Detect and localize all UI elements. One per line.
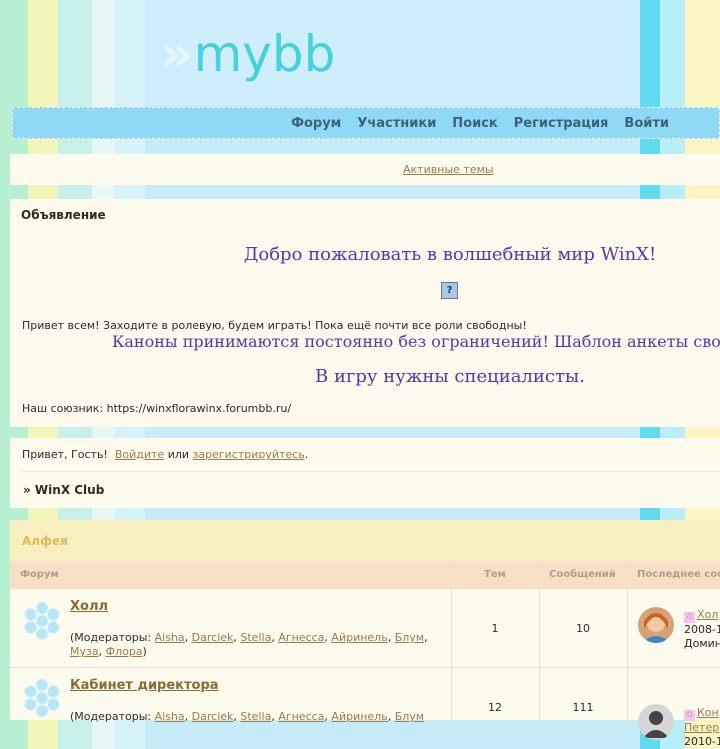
welcome-text: Добро пожаловать в волшебный мир WinX!: [243, 244, 657, 265]
nav-login[interactable]: Войти: [616, 116, 677, 131]
last-post-date: 2010-1: [684, 735, 720, 748]
specialists-text: В игру нужны специалисты.: [315, 366, 585, 387]
moderator-link[interactable]: Блум: [395, 710, 424, 723]
moderator-link[interactable]: Aisha: [155, 710, 185, 723]
logo-chevron-icon: »: [160, 24, 193, 84]
main-nav: Форум Участники Поиск Регистрация Войти: [12, 107, 720, 139]
moderator-link[interactable]: Флора: [106, 645, 143, 658]
moderator-link[interactable]: Муза: [70, 645, 99, 658]
snowflake-icon: [24, 678, 60, 718]
forum-moderators: (Модераторы: Aisha, Darciek, Stella, Агн…: [70, 710, 425, 723]
broken-image-icon: ?: [441, 282, 458, 299]
topics-count: 1: [491, 622, 499, 635]
forum-name-hall[interactable]: Холл: [70, 599, 108, 614]
snowflake-icon: [24, 601, 60, 641]
moderator-link[interactable]: Darciek: [192, 631, 234, 644]
nav-register[interactable]: Регистрация: [506, 116, 617, 131]
forum-moderators: (Модераторы: Aisha, Darciek, Stella, Агн…: [70, 631, 428, 658]
announcement-title: Объявление: [21, 208, 106, 222]
category-header: Алфея: [10, 520, 720, 561]
forum-row: Холл (Модераторы: Aisha, Darciek, Stella…: [10, 589, 720, 667]
column-headers: Форум Тем Сообщений Последнее соо: [10, 561, 720, 589]
moderator-link[interactable]: Айринель: [331, 710, 387, 723]
breadcrumb[interactable]: » WinX Club: [23, 483, 104, 497]
active-topics-bar: Активные темы: [10, 154, 720, 185]
active-topics-link[interactable]: Активные темы: [403, 163, 494, 176]
default-avatar-icon[interactable]: [638, 704, 674, 740]
ally-text: Наш союзник: https://winxflorawinx.forum…: [22, 402, 292, 415]
divider: [20, 471, 720, 472]
category-title[interactable]: Алфея: [22, 534, 68, 548]
col-forum: Форум: [20, 569, 59, 580]
moderator-link[interactable]: Darciek: [192, 710, 234, 723]
moderator-link[interactable]: Агнесса: [278, 710, 324, 723]
logo-text: mybb: [193, 25, 336, 83]
last-post-info: ✩ Хол 2008-1 Домин: [684, 608, 720, 651]
guest-panel: Привет, Гость! Войдите или зарегистрируй…: [10, 438, 720, 508]
moderator-link[interactable]: Айринель: [331, 631, 387, 644]
col-last-post: Последнее соо: [637, 569, 720, 580]
nav-forum[interactable]: Форум: [283, 116, 349, 131]
last-post-author: Домин: [684, 637, 720, 650]
posts-count: 111: [572, 701, 594, 714]
or-text: или: [167, 448, 190, 461]
guest-greeting: Привет, Гость!: [22, 448, 108, 461]
last-post-date: 2008-1: [684, 623, 720, 636]
moderator-link[interactable]: Агнесса: [278, 631, 324, 644]
last-post-link[interactable]: Кон: [697, 706, 719, 719]
col-topics: Тем: [484, 569, 506, 580]
last-post-link[interactable]: Хол: [697, 608, 718, 621]
announcement-text: Привет всем! Заходите в ролевую, будем и…: [22, 319, 527, 332]
nav-members[interactable]: Участники: [349, 116, 444, 131]
moderator-link[interactable]: Aisha: [155, 631, 185, 644]
site-logo[interactable]: » mybb: [160, 26, 335, 82]
last-post-info: ✩ Кон Петер 2010-1: [684, 706, 720, 749]
nav-search[interactable]: Поиск: [444, 116, 505, 131]
avatar[interactable]: [638, 607, 674, 643]
category-alfea: Алфея Форум Тем Сообщений Последнее соо …: [10, 520, 720, 748]
forum-name-director-office[interactable]: Кабинет директора: [70, 678, 219, 693]
star-icon: ✩: [684, 612, 695, 623]
moderator-link[interactable]: Stella: [240, 631, 271, 644]
guest-greeting-line: Привет, Гость! Войдите или зарегистрируй…: [22, 448, 308, 461]
login-link[interactable]: Войдите: [115, 448, 164, 461]
register-link[interactable]: зарегистрируйтесь: [193, 448, 305, 461]
posts-count: 10: [576, 622, 590, 635]
period-text: .: [304, 448, 309, 461]
star-icon: ✩: [684, 710, 695, 721]
moderator-link[interactable]: Stella: [240, 710, 271, 723]
canons-text: Каноны принимаются постоянно без огранич…: [112, 332, 720, 351]
col-posts: Сообщений: [549, 569, 616, 580]
announcement-panel: Объявление Добро пожаловать в волшебный …: [10, 199, 720, 427]
moderator-link[interactable]: Блум: [395, 631, 424, 644]
last-post-author[interactable]: Петер: [684, 721, 719, 734]
topics-count: 12: [488, 701, 502, 714]
forum-row: Кабинет директора (Модераторы: Aisha, Da…: [10, 668, 720, 748]
